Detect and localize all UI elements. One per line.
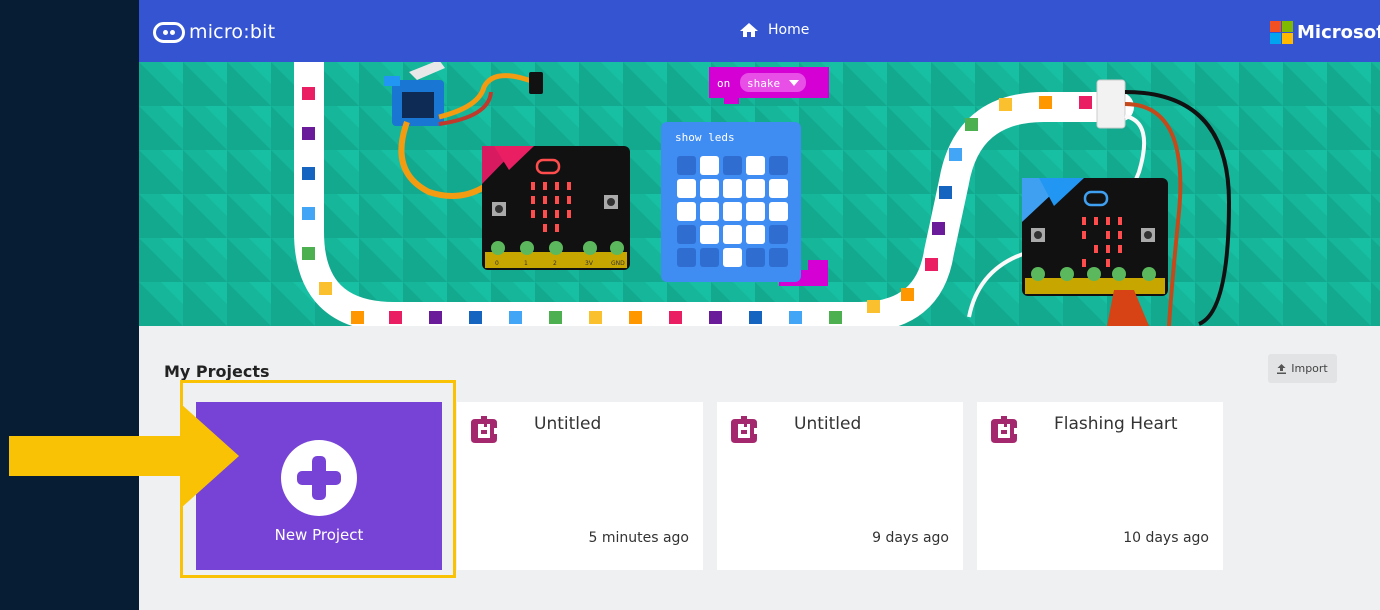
microbit-board-left: 0 1 2 3V GND (482, 146, 630, 270)
pin-label-3v: 3V (585, 260, 594, 267)
screen: micro:bit Home Microsoft (0, 0, 1380, 610)
ms-square-blue (1270, 33, 1281, 44)
ms-square-yellow (1282, 33, 1293, 44)
logo-text: micro:bit (189, 21, 276, 43)
plus-circle-icon (281, 440, 357, 516)
project-card[interactable]: Untitled 9 days ago (717, 402, 963, 570)
makecode-blocks-icon (471, 416, 497, 443)
led-grid (677, 156, 788, 267)
block-shake-text: shake (747, 77, 780, 90)
project-name: Flashing Heart (1054, 414, 1178, 434)
top-navigation-bar: micro:bit Home Microsoft (139, 0, 1380, 62)
pin-label-0: 0 (495, 260, 499, 267)
import-button[interactable]: Import (1268, 354, 1337, 383)
brand-label: Microsoft (1297, 22, 1380, 43)
plus-icon (297, 456, 341, 500)
microbit-logo[interactable]: micro:bit (153, 19, 275, 45)
makecode-app: micro:bit Home Microsoft (139, 0, 1380, 610)
project-name: Untitled (534, 414, 602, 434)
ms-square-red (1270, 21, 1281, 32)
hero-banner: 0 1 2 3V GND on shake show leds (139, 62, 1380, 326)
import-label: Import (1291, 362, 1328, 375)
block-on-text: on (717, 77, 730, 90)
project-modified-time: 9 days ago (872, 530, 949, 546)
makecode-blocks-icon (991, 416, 1017, 443)
microbit-logo-icon (153, 21, 185, 43)
project-name: Untitled (794, 414, 862, 434)
microsoft-logo[interactable]: Microsoft (1270, 21, 1380, 44)
pointer-arrow-icon (9, 404, 239, 508)
my-projects-title: My Projects (164, 362, 270, 381)
new-project-label: New Project (274, 526, 364, 544)
block-show-leds-text: show leds (675, 131, 735, 144)
project-modified-time: 5 minutes ago (588, 530, 689, 546)
hero-illustration: 0 1 2 3V GND on shake show leds (139, 62, 1380, 326)
upload-icon (1277, 363, 1287, 374)
home-icon (740, 23, 758, 37)
pin-label-2: 2 (553, 260, 557, 267)
makecode-blocks-icon (731, 416, 757, 443)
project-card[interactable]: Flashing Heart 10 days ago (977, 402, 1223, 570)
track-connector (1096, 79, 1126, 129)
project-modified-time: 10 days ago (1123, 530, 1209, 546)
pin-label-1: 1 (524, 260, 528, 267)
pin-label-gnd: GND (611, 260, 625, 267)
home-label: Home (768, 22, 810, 38)
microsoft-grid-icon (1270, 21, 1293, 44)
ms-square-green (1282, 21, 1293, 32)
home-button[interactable]: Home (739, 22, 809, 38)
project-card[interactable]: Untitled 5 minutes ago (457, 402, 703, 570)
